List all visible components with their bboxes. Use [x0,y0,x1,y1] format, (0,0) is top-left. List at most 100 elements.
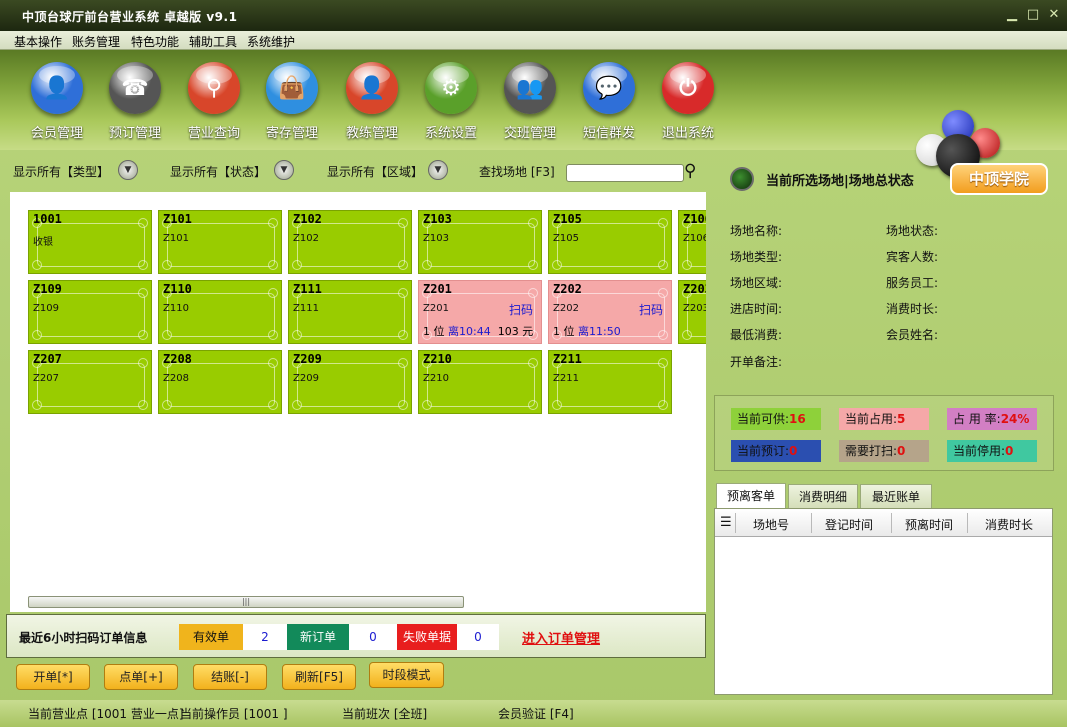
col-duration[interactable]: 消费时长 [985,516,1033,533]
table-tile[interactable]: Z210 Z210 [418,350,542,414]
time-mode-button[interactable]: 时段模式 [369,662,444,688]
scan-badge[interactable]: 扫码 [639,301,663,318]
table-tile[interactable]: Z202 Z202 扫码 1 位 离11:50 [548,280,672,344]
table-tile[interactable]: Z203 Z203 [678,280,706,344]
table-tile[interactable]: Z207 Z207 [28,350,152,414]
pocket-icon [268,260,278,270]
maximize-icon[interactable]: □ [1025,7,1041,23]
table-felt [557,223,665,267]
tab-pending-leave[interactable]: 预离客单 [716,483,786,509]
new-order-label: 新订单 [287,624,349,650]
table-name: Z109 [33,303,59,314]
status-shift: 当前班次 [全班] [342,707,428,721]
minimize-icon[interactable]: ▁ [1004,7,1020,23]
tab-recent-bills[interactable]: 最近账单 [860,484,932,508]
pocket-icon [658,260,668,270]
table-tile[interactable]: Z101 Z101 [158,210,282,274]
checkout-button[interactable]: 结账[-] [193,664,267,690]
toolbar-button-1[interactable]: ☎ 预订管理 [102,62,168,152]
search-icon: ⚲ [188,62,240,114]
table-tile[interactable]: Z111 Z111 [288,280,412,344]
table-name: Z106 [683,233,706,244]
summary-box: 当前占用:5 [839,408,929,430]
power-icon: ⏻ [662,62,714,114]
summary-box: 当前预订:0 [731,440,821,462]
add-item-button[interactable]: 点单[+] [104,664,178,690]
field-min-spend: 最低消费: [730,328,783,342]
pocket-icon [268,330,278,340]
field-guests: 宾客人数: [886,250,939,264]
open-order-button[interactable]: 开单[*] [16,664,90,690]
pocket-icon [268,400,278,410]
field-remark: 开单备注: [730,355,783,369]
pocket-icon [162,400,172,410]
table-tile[interactable]: Z110 Z110 [158,280,282,344]
horizontal-scrollbar[interactable]: ||| [28,596,464,608]
table-name: 收银 [33,237,53,248]
pocket-icon [658,400,668,410]
pocket-icon [422,400,432,410]
toolbar-button-8[interactable]: ⏻ 退出系统 [655,62,721,152]
col-register-time[interactable]: 登记时间 [825,516,873,533]
pocket-icon [658,288,668,298]
table-code: Z110 [163,282,192,296]
toolbar-button-6[interactable]: 👥 交班管理 [497,62,563,152]
order-management-link[interactable]: 进入订单管理 [522,628,600,647]
table-felt [557,363,665,407]
menu-features[interactable]: 特色功能 [131,33,179,50]
table-tile[interactable]: Z209 Z209 [288,350,412,414]
table-code: Z111 [293,282,322,296]
table-tile[interactable]: Z201 Z201 扫码 1 位 离10:44 103 元 [418,280,542,344]
table-code: Z105 [553,212,582,226]
brand-logo[interactable]: 中顶学院 [950,163,1048,195]
member-icon: 👤 [31,62,83,114]
toolbar-button-7[interactable]: 💬 短信群发 [576,62,642,152]
col-table-no[interactable]: 场地号 [753,516,789,533]
table-tile[interactable]: 1001 收银 [28,210,152,274]
table-tile[interactable]: Z105 Z105 [548,210,672,274]
menu-bar: 基本操作 账务管理 特色功能 辅助工具 系统维护 [0,31,1067,50]
table-tile[interactable]: Z103 Z103 [418,210,542,274]
chevron-down-icon[interactable]: ▼ [274,160,294,180]
table-felt [37,293,145,337]
menu-basic[interactable]: 基本操作 [14,33,62,50]
table-tile[interactable]: Z102 Z102 [288,210,412,274]
order-info-title: 最近6小时扫码订单信息 [19,631,148,645]
pocket-icon [682,330,692,340]
toolbar-glyph: ⏻ [679,75,697,101]
toolbar-glyph: 👜 [278,75,306,101]
toolbar-button-3[interactable]: 👜 寄存管理 [259,62,325,152]
menu-tools[interactable]: 辅助工具 [189,33,237,50]
menu-accounts[interactable]: 账务管理 [72,33,120,50]
leave-time: 离11:50 [578,325,621,338]
toolbar-button-2[interactable]: ⚲ 营业查询 [181,62,247,152]
chevron-down-icon[interactable]: ▼ [118,160,138,180]
toolbar-label: 短信群发 [582,126,635,141]
summary-label: 当前预订: [737,444,790,458]
table-tile[interactable]: Z208 Z208 [158,350,282,414]
guest-count: 1 位 [423,325,445,338]
toolbar-button-0[interactable]: 👤 会员管理 [24,62,90,152]
search-icon[interactable]: ⚲ [684,161,706,183]
col-leave-time[interactable]: 预离时间 [905,516,953,533]
table-name: Z210 [423,373,449,384]
refresh-button[interactable]: 刷新[F5] [282,664,356,690]
table-felt [167,363,275,407]
chevron-down-icon[interactable]: ▼ [428,160,448,180]
menu-maintenance[interactable]: 系统维护 [247,33,295,50]
table-name: Z202 [553,303,579,314]
close-icon[interactable]: ✕ [1046,7,1062,23]
toolbar-button-4[interactable]: 👤 教练管理 [339,62,405,152]
table-tile[interactable]: Z211 Z211 [548,350,672,414]
table-tile[interactable]: Z106 Z106 [678,210,706,274]
pocket-icon [398,218,408,228]
scan-badge[interactable]: 扫码 [509,301,533,318]
table-tile[interactable]: Z109 Z109 [28,280,152,344]
tab-consumption[interactable]: 消费明细 [788,484,858,508]
right-panel: 当前所选场地|场地总状态 中顶学院 场地名称: 场地类型: 场地区域: 进店时间… [712,153,1055,699]
toolbar-button-5[interactable]: ⚙ 系统设置 [418,62,484,152]
search-input[interactable] [566,164,684,182]
status-verify: 会员验证 [F4] [498,707,574,721]
table-name: Z111 [293,303,319,314]
pocket-icon [528,218,538,228]
